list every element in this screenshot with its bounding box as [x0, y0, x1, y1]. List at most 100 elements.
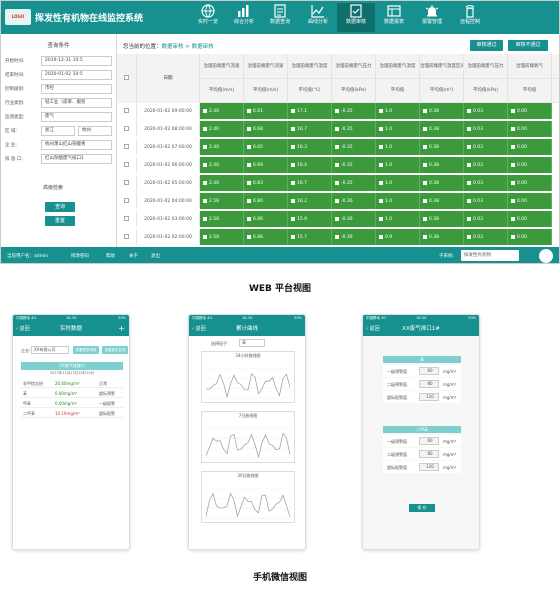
value-checkbox[interactable] — [335, 234, 339, 239]
row-value[interactable]: 6.86 — [244, 229, 288, 245]
row-value[interactable]: 0.00 — [508, 157, 552, 173]
threshold-input[interactable]: 120 — [419, 393, 439, 401]
value-checkbox[interactable] — [511, 108, 515, 113]
table-row[interactable]: 2020-01-02 08:00:00 2.40 6.68 16.7 -0.35 1.0 0… — [117, 121, 559, 138]
row-checkbox[interactable] — [117, 193, 137, 209]
value-checkbox[interactable] — [423, 180, 427, 185]
row-checkbox[interactable] — [117, 103, 137, 119]
row-value[interactable]: 1.0 — [376, 175, 420, 191]
row-value[interactable]: -0.36 — [332, 229, 376, 245]
row-value[interactable]: 15.7 — [288, 229, 332, 245]
row-value[interactable]: 16.7 — [288, 121, 332, 137]
value-checkbox[interactable] — [467, 234, 471, 239]
select-all-checkbox[interactable] — [117, 54, 137, 103]
row-value[interactable]: 16.4 — [288, 157, 332, 173]
reject-button[interactable]: 审核不通过 — [508, 40, 548, 51]
value-checkbox[interactable] — [379, 108, 383, 113]
row-value[interactable]: 2.40 — [200, 103, 244, 119]
row-value[interactable]: 6.80 — [244, 193, 288, 209]
value-checkbox[interactable] — [247, 162, 251, 167]
value-checkbox[interactable] — [291, 126, 295, 131]
table-row[interactable]: 2020-01-02 02:00:00 2.58 6.86 15.7 -0.36 0.9 0… — [117, 229, 559, 246]
row-value[interactable]: 6.86 — [244, 211, 288, 227]
row-value[interactable]: 0.03 — [464, 139, 508, 155]
filter-select[interactable]: 浙江 — [41, 126, 75, 136]
value-checkbox[interactable] — [511, 198, 515, 203]
row-value[interactable]: 2.40 — [200, 175, 244, 191]
value-checkbox[interactable] — [511, 216, 515, 221]
value-checkbox[interactable] — [291, 180, 295, 185]
filter-input[interactable]: 废气 — [41, 112, 112, 122]
row-value[interactable]: 0.38 — [420, 103, 464, 119]
row-value[interactable]: 0.03 — [464, 175, 508, 191]
filter-input[interactable]: 2019-12-31 10:5 — [41, 56, 112, 66]
row-value[interactable]: 2.40 — [200, 121, 244, 137]
row-value[interactable]: 0.03 — [464, 211, 508, 227]
row-value[interactable]: 0.03 — [464, 229, 508, 245]
row-checkbox[interactable] — [117, 229, 137, 245]
threshold-input[interactable]: 120 — [419, 463, 439, 471]
row-value[interactable]: -0.35 — [332, 139, 376, 155]
row-value[interactable]: 0.03 — [464, 157, 508, 173]
table-row[interactable]: 2020-01-02 03:00:00 2.58 6.86 15.9 -0.36 1.0 0… — [117, 211, 559, 228]
row-value[interactable]: 0.00 — [508, 121, 552, 137]
row-value[interactable]: 0.38 — [420, 157, 464, 173]
value-checkbox[interactable] — [247, 144, 251, 149]
row-value[interactable]: 6.69 — [244, 157, 288, 173]
row-value[interactable]: -0.35 — [332, 175, 376, 191]
row-value[interactable]: 1.0 — [376, 193, 420, 209]
value-checkbox[interactable] — [467, 216, 471, 221]
nav-bar-chart[interactable]: 综合分析 — [225, 3, 263, 32]
nav-line-chart[interactable]: 曲线分析 — [299, 3, 337, 32]
value-checkbox[interactable] — [291, 162, 295, 167]
value-checkbox[interactable] — [203, 234, 207, 239]
row-value[interactable]: 0.00 — [508, 229, 552, 245]
table-row[interactable]: 2020-01-02 05:00:00 2.40 6.83 16.7 -0.35 1.0 0… — [117, 175, 559, 192]
row-value[interactable]: 1.0 — [376, 139, 420, 155]
factor-select[interactable]: 苯 — [239, 339, 265, 347]
value-checkbox[interactable] — [379, 216, 383, 221]
row-value[interactable]: 0.03 — [464, 103, 508, 119]
value-checkbox[interactable] — [247, 198, 251, 203]
more-monitor-button[interactable]: 查看更多监测 — [102, 346, 128, 354]
table-row[interactable]: 2020-01-02 06:00:00 2.40 6.69 16.4 -0.35 1.0 0… — [117, 157, 559, 174]
row-value[interactable]: 0.38 — [420, 175, 464, 191]
value-checkbox[interactable] — [291, 144, 295, 149]
row-checkbox[interactable] — [117, 121, 137, 137]
row-value[interactable]: 1.0 — [376, 157, 420, 173]
table-row[interactable]: 2020-01-02 04:00:00 2.58 6.80 16.2 -0.36 1.0 0… — [117, 193, 559, 210]
curve-chart[interactable]: 24小时曲线图 — [201, 351, 295, 403]
row-value[interactable]: 0.00 — [508, 193, 552, 209]
row-value[interactable]: 0.03 — [464, 121, 508, 137]
subsystem-select[interactable]: 挥发性有机物 — [461, 250, 519, 261]
reset-button[interactable]: 重置 — [45, 216, 75, 226]
row-value[interactable]: 2.40 — [200, 157, 244, 173]
value-checkbox[interactable] — [379, 234, 383, 239]
table-row[interactable]: 2020-01-02 07:00:00 2.40 6.65 16.3 -0.35 1.0 0… — [117, 139, 559, 156]
row-value[interactable]: 2.58 — [200, 193, 244, 209]
value-checkbox[interactable] — [423, 126, 427, 131]
approve-button[interactable]: 审核通过 — [470, 40, 503, 51]
row-checkbox[interactable] — [117, 139, 137, 155]
row-value[interactable]: 0.38 — [420, 139, 464, 155]
value-checkbox[interactable] — [247, 216, 251, 221]
value-checkbox[interactable] — [467, 180, 471, 185]
value-checkbox[interactable] — [423, 144, 427, 149]
value-checkbox[interactable] — [203, 108, 207, 113]
value-checkbox[interactable] — [291, 216, 295, 221]
value-checkbox[interactable] — [291, 234, 295, 239]
about-link[interactable]: 关于 — [129, 253, 138, 259]
row-value[interactable]: 0.38 — [420, 211, 464, 227]
row-value[interactable]: 16.7 — [288, 175, 332, 191]
value-checkbox[interactable] — [423, 108, 427, 113]
filter-input[interactable]: 轻工业（皮革、服装 — [41, 98, 112, 108]
table-row[interactable]: 2020-01-02 09:00:00 2.40 6.61 17.1 -0.35 1.0 0… — [117, 103, 559, 120]
row-value[interactable]: 2.58 — [200, 211, 244, 227]
curve-chart[interactable]: 30日曲线图 — [201, 471, 295, 523]
value-checkbox[interactable] — [379, 180, 383, 185]
filter-select[interactable]: 杭州 — [78, 126, 112, 136]
value-checkbox[interactable] — [335, 216, 339, 221]
value-checkbox[interactable] — [335, 198, 339, 203]
nav-document[interactable]: 数据查询 — [261, 3, 299, 32]
row-checkbox[interactable] — [117, 157, 137, 173]
